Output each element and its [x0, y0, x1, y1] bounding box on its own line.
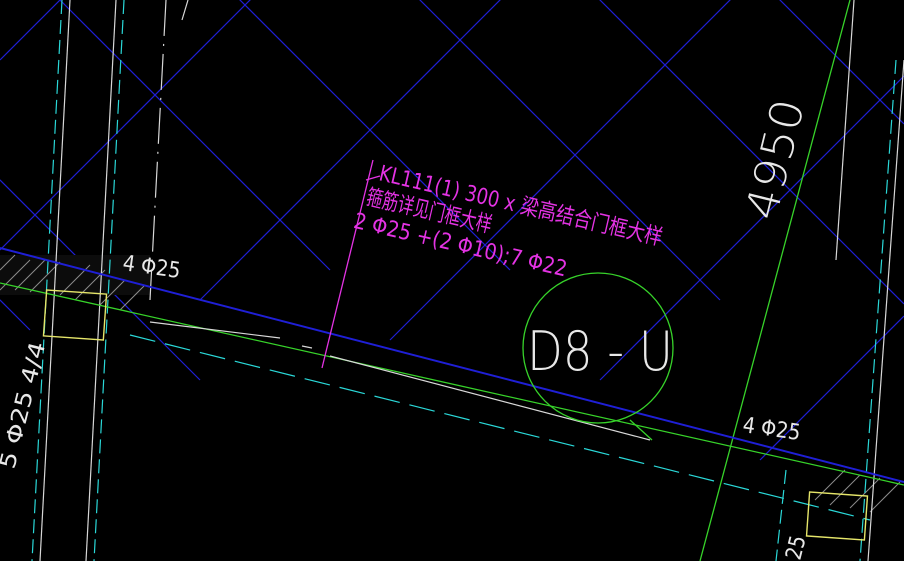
beam-top-edge — [0, 247, 904, 483]
right-slab-hatch — [814, 469, 901, 513]
axis-bubble-label: D8 - U — [527, 320, 673, 383]
rebar-label-right: 4 Φ25 — [741, 413, 802, 446]
dimension-label: 4950 — [736, 94, 815, 225]
cad-drawing-canvas[interactable]: D8 - U KL111(1) 300 x 梁高结合门框大样 箍筋详见门框大样 … — [0, 0, 904, 561]
column-label: 5 Φ25 4/4 — [0, 339, 51, 471]
partial-label: 25 — [782, 533, 812, 561]
beam-label: KL111(1) 300 x 梁高结合门框大样 箍筋详见门框大样 2 Φ25 +… — [351, 161, 665, 282]
